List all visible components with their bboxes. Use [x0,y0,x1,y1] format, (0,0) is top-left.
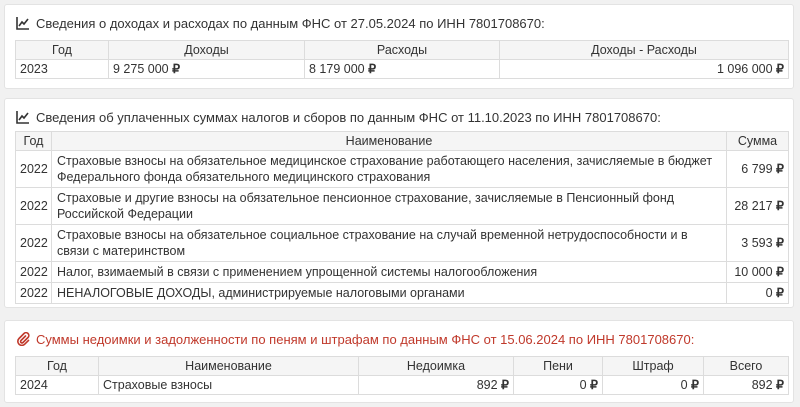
taxes-table: Год Наименование Сумма 2022 Страховые вз… [15,131,789,304]
col-header-diff: Доходы - Расходы [499,40,789,60]
cell-name: Страховые и другие взносы на обязательно… [51,187,727,225]
income-panel-title: Сведения о доходах и расходах по данным … [5,12,793,34]
table-row: 2022 НЕНАЛОГОВЫЕ ДОХОДЫ, администрируемы… [15,282,789,304]
col-header-name: Наименование [51,131,727,151]
col-header-fine: Штраф [602,356,704,376]
cell-sum: 3 593 ₽ [726,224,789,262]
col-header-income: Доходы [108,40,305,60]
taxes-panel-title: Сведения об уплаченных суммах налогов и … [5,106,793,128]
cell-sum: 6 799 ₽ [726,150,789,188]
cell-arrear: 892 ₽ [358,375,514,395]
cell-name: Страховые взносы на обязательное социаль… [51,224,727,262]
cell-sum: 28 217 ₽ [726,187,789,225]
arrears-title-text: Суммы недоимки и задолженности по пеням … [36,331,695,347]
cell-year: 2022 [15,187,52,225]
paperclip-icon [17,332,30,346]
col-header-year: Год [15,131,52,151]
arrears-panel-title: Суммы недоимки и задолженности по пеням … [5,328,793,350]
table-row: 2022 Страховые взносы на обязательное со… [15,224,789,262]
cell-diff: 1 096 000 ₽ [499,59,789,79]
cell-income: 9 275 000 ₽ [108,59,305,79]
table-row: 2022 Страховые и другие взносы на обязат… [15,187,789,225]
col-header-name: Наименование [98,356,359,376]
col-header-penalty: Пени [513,356,603,376]
col-header-year: Год [15,40,109,60]
cell-penalty: 0 ₽ [513,375,603,395]
cell-year: 2022 [15,261,52,283]
col-header-year: Год [15,356,99,376]
cell-name: Страховые взносы [98,375,359,395]
col-header-arrear: Недоимка [358,356,514,376]
cell-sum: 0 ₽ [726,282,789,304]
col-header-sum: Сумма [726,131,789,151]
cell-year: 2023 [15,59,109,79]
cell-expenses: 8 179 000 ₽ [304,59,500,79]
arrears-table: Год Наименование Недоимка Пени Штраф Все… [15,356,789,395]
taxes-panel: Сведения об уплаченных суммах налогов и … [4,98,794,308]
cell-year: 2022 [15,282,52,304]
income-title-text: Сведения о доходах и расходах по данным … [36,15,545,31]
cell-total: 892 ₽ [703,375,789,395]
arrears-panel: Суммы недоимки и задолженности по пеням … [4,320,794,403]
line-chart-icon [16,111,29,124]
cell-fine: 0 ₽ [602,375,704,395]
income-table: Год Доходы Расходы Доходы - Расходы 2023… [15,40,789,79]
cell-name: НЕНАЛОГОВЫЕ ДОХОДЫ, администрируемые нал… [51,282,727,304]
cell-name: Страховые взносы на обязательное медицин… [51,150,727,188]
income-panel: Сведения о доходах и расходах по данным … [4,4,794,89]
table-row: 2022 Налог, взимаемый в связи с применен… [15,261,789,283]
table-row: 2022 Страховые взносы на обязательное ме… [15,150,789,188]
cell-name: Налог, взимаемый в связи с применением у… [51,261,727,283]
cell-sum: 10 000 ₽ [726,261,789,283]
table-row: 2023 9 275 000 ₽ 8 179 000 ₽ 1 096 000 ₽ [15,59,789,79]
col-header-expenses: Расходы [304,40,500,60]
taxes-title-text: Сведения об уплаченных суммах налогов и … [36,109,661,125]
col-header-total: Всего [703,356,789,376]
cell-year: 2022 [15,224,52,262]
cell-year: 2024 [15,375,99,395]
table-row: 2024 Страховые взносы 892 ₽ 0 ₽ 0 ₽ 892 … [15,375,789,395]
line-chart-icon [16,17,29,30]
cell-year: 2022 [15,150,52,188]
